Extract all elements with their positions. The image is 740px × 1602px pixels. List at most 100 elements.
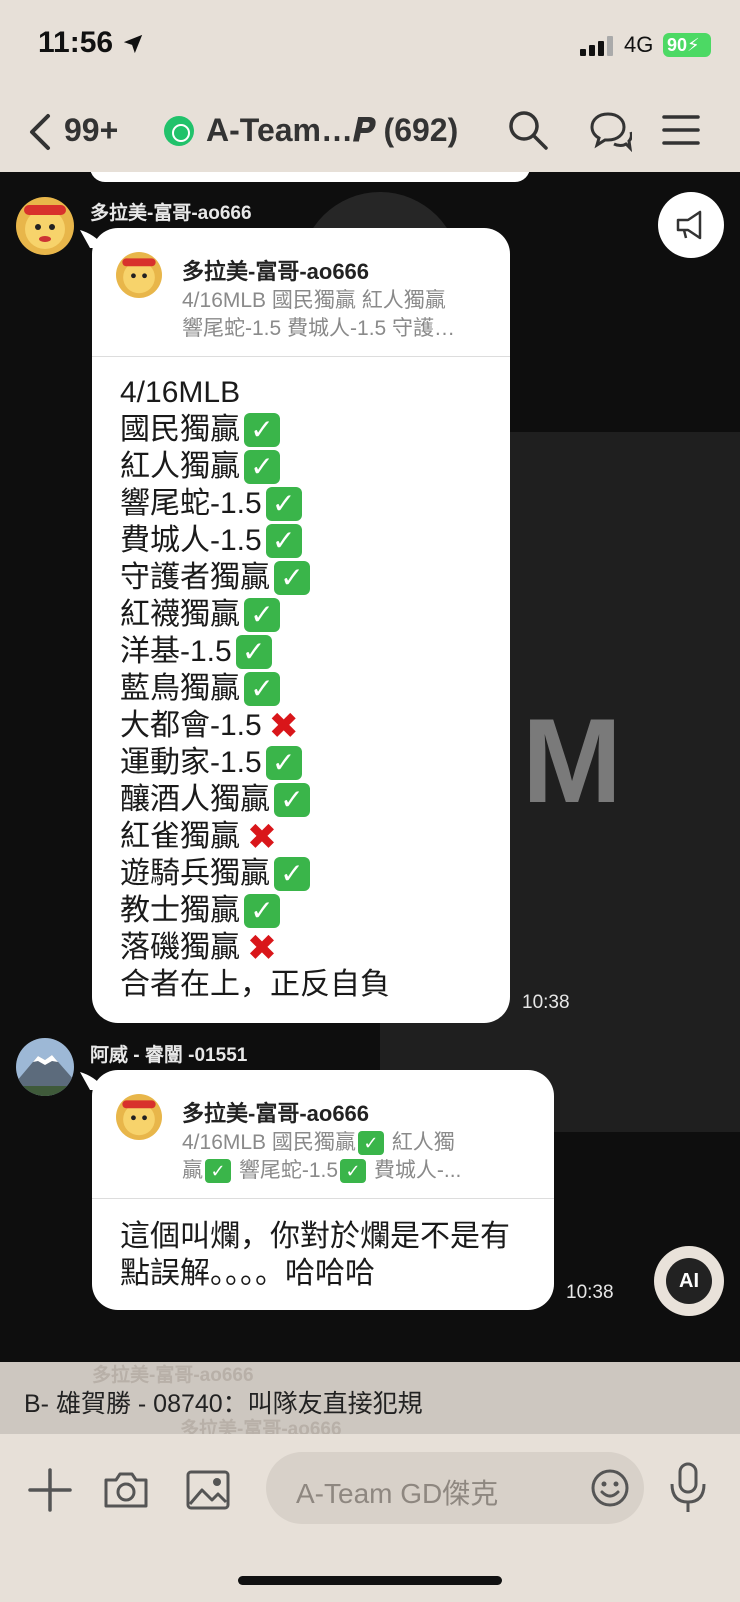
- doraemi-avatar-image: [116, 1094, 162, 1140]
- message-line: 紅雀獨贏: [120, 818, 390, 855]
- previous-bubble-edge: [90, 172, 530, 182]
- quote-text-part: 費城人-...: [368, 1159, 462, 1182]
- message-time: 10:38: [566, 1282, 614, 1303]
- message-line-text: 4/16MLB: [120, 376, 241, 409]
- message-line-text: 響尾蛇-1.5: [120, 487, 262, 520]
- message-line-text: 費城人-1.5: [120, 524, 262, 557]
- status-time: 11:56: [38, 26, 114, 59]
- check-emoji-icon: [244, 449, 280, 484]
- message-line-text: 遊騎兵獨贏: [120, 857, 270, 890]
- message-line-text: 紅雀獨贏: [120, 820, 240, 853]
- message-line: 落磯獨贏: [120, 929, 390, 966]
- ai-assistant-button[interactable]: AI: [654, 1246, 724, 1316]
- message-line: 這個叫爛，你對於爛是不是有: [120, 1219, 510, 1253]
- message-line: 運動家-1.5: [120, 744, 390, 781]
- message-line: 合者在上，正反自負: [120, 966, 390, 1003]
- quote-text-part: 響尾蛇-1.5: [233, 1159, 339, 1182]
- quote-text-part: 贏: [182, 1159, 203, 1182]
- avatar[interactable]: [16, 197, 74, 255]
- announcement-button[interactable]: [658, 192, 724, 258]
- location-arrow-icon: [123, 34, 143, 54]
- message-line: 藍鳥獨贏: [120, 670, 390, 707]
- doraemi-avatar-image: [16, 197, 74, 255]
- back-count[interactable]: 99+: [64, 112, 118, 149]
- message-line: 響尾蛇-1.5: [120, 485, 390, 522]
- sender-name: 阿威 - 睿闓 -01551: [90, 1045, 248, 1066]
- message-bubble[interactable]: 多拉美-富哥-ao666 4/16MLB 國民獨贏 紅人獨贏 響尾蛇-1.5 費…: [92, 228, 510, 1023]
- message-line: 紅襪獨贏: [120, 596, 390, 633]
- check-emoji-icon: [265, 486, 302, 521]
- check-emoji-icon: [244, 671, 280, 706]
- plus-icon[interactable]: [26, 1466, 74, 1514]
- check-emoji-icon: ✓: [357, 1131, 384, 1156]
- message-line: 紅人獨贏: [120, 448, 390, 485]
- message-line-text: 紅襪獨贏: [120, 598, 240, 631]
- signal-icon: [580, 36, 613, 56]
- battery-indicator: 90⚡: [663, 33, 711, 57]
- quote-divider: [92, 1198, 554, 1199]
- check-emoji-icon: [265, 745, 302, 780]
- background-letter-image: M: [522, 694, 622, 828]
- quote-text-line: 4/16MLB 國民獨贏 ✓ 紅人獨: [182, 1126, 455, 1156]
- image-icon[interactable]: [184, 1466, 232, 1514]
- message-line-text: 國民獨贏: [120, 413, 240, 446]
- mountain-avatar-image: [16, 1038, 74, 1096]
- chat-title[interactable]: A-Team…𝑷 (692): [206, 112, 458, 150]
- message-line: 洋基-1.5: [120, 633, 390, 670]
- chat-bubbles-icon[interactable]: [588, 108, 632, 152]
- network-label: 4G: [624, 32, 654, 57]
- top-bar: 11:56 4G 90⚡ 99+ A-Team…𝑷 (692): [0, 0, 740, 172]
- smiley-icon[interactable]: [590, 1468, 630, 1508]
- notice-text: B- 雄賀勝 - 08740：叫隊友直接犯規: [24, 1390, 423, 1418]
- check-emoji-icon: [265, 523, 302, 558]
- check-emoji-icon: [274, 782, 310, 817]
- message-text: 4/16MLB 國民獨贏紅人獨贏響尾蛇-1.5 費城人-1.5 守護者獨贏紅襪獨贏洋基…: [120, 374, 390, 1003]
- chat-area[interactable]: M 多拉美-富哥-ao666 多拉美-富哥-ao666 4/16MLB 國民獨贏…: [0, 172, 740, 1362]
- quote-text-part: 紅人獨: [385, 1131, 455, 1154]
- message-line: 國民獨贏: [120, 411, 390, 448]
- quote-text-line: 贏 ✓ 響尾蛇-1.5 ✓ 費城人-...: [182, 1154, 461, 1184]
- home-indicator: [238, 1576, 502, 1585]
- cross-emoji-icon: [266, 709, 302, 743]
- quote-text-line: 響尾蛇-1.5 費城人-1.5 守護…: [182, 317, 456, 340]
- message-text: 這個叫爛，你對於爛是不是有 點誤解。。。。哈哈哈: [120, 1218, 510, 1292]
- message-bubble[interactable]: 多拉美-富哥-ao666 4/16MLB 國民獨贏 ✓ 紅人獨 贏 ✓ 響尾蛇-1.…: [92, 1070, 554, 1310]
- new-message-notice[interactable]: 多拉美-富哥-ao666 多拉美-富哥-ao666 B- 雄賀勝 - 08740…: [0, 1362, 740, 1440]
- message-line: 點誤解。。。。哈哈哈: [120, 1256, 375, 1290]
- check-emoji-icon: ✓: [205, 1159, 231, 1184]
- microphone-icon[interactable]: [666, 1460, 710, 1516]
- message-line-text: 合者在上，正反自負: [120, 968, 390, 1001]
- message-line-text: 落磯獨贏: [120, 931, 240, 964]
- sender-name: 多拉美-富哥-ao666: [90, 203, 252, 224]
- quote-avatar: [116, 252, 162, 298]
- camera-icon[interactable]: [102, 1466, 150, 1514]
- quote-sender: 多拉美-富哥-ao666: [182, 259, 370, 284]
- check-emoji-icon: [244, 893, 280, 928]
- check-emoji-icon: [274, 856, 310, 891]
- message-line: 費城人-1.5: [120, 522, 390, 559]
- message-line: 教士獨贏: [120, 892, 390, 929]
- quote-sender: 多拉美-富哥-ao666: [182, 1101, 370, 1126]
- ai-icon: AI: [666, 1258, 712, 1304]
- menu-icon[interactable]: [660, 108, 704, 152]
- avatar[interactable]: [16, 1038, 74, 1096]
- message-line: 釀酒人獨贏: [120, 781, 390, 818]
- quote-avatar: [116, 1094, 162, 1140]
- message-line-text: 守護者獨贏: [120, 561, 270, 594]
- message-line: 大都會-1.5: [120, 707, 390, 744]
- message-line-text: 大都會-1.5: [120, 709, 262, 742]
- back-chevron-icon[interactable]: [26, 112, 54, 152]
- message-time: 10:38: [522, 992, 570, 1013]
- message-line-text: 洋基-1.5: [120, 635, 232, 668]
- message-line-text: 紅人獨贏: [120, 450, 240, 483]
- message-input[interactable]: A-Team GD傑克: [266, 1452, 644, 1524]
- notice-ghost-sender: 多拉美-富哥-ao666: [92, 1365, 254, 1386]
- group-icon: [164, 116, 194, 146]
- battery-level: 90: [667, 35, 688, 55]
- search-icon[interactable]: [506, 108, 550, 152]
- input-bar: A-Team GD傑克: [0, 1434, 740, 1602]
- check-emoji-icon: [244, 412, 280, 447]
- cross-emoji-icon: [244, 820, 280, 854]
- check-emoji-icon: ✓: [340, 1159, 367, 1184]
- quote-text-line: 4/16MLB 國民獨贏 紅人獨贏: [182, 289, 446, 312]
